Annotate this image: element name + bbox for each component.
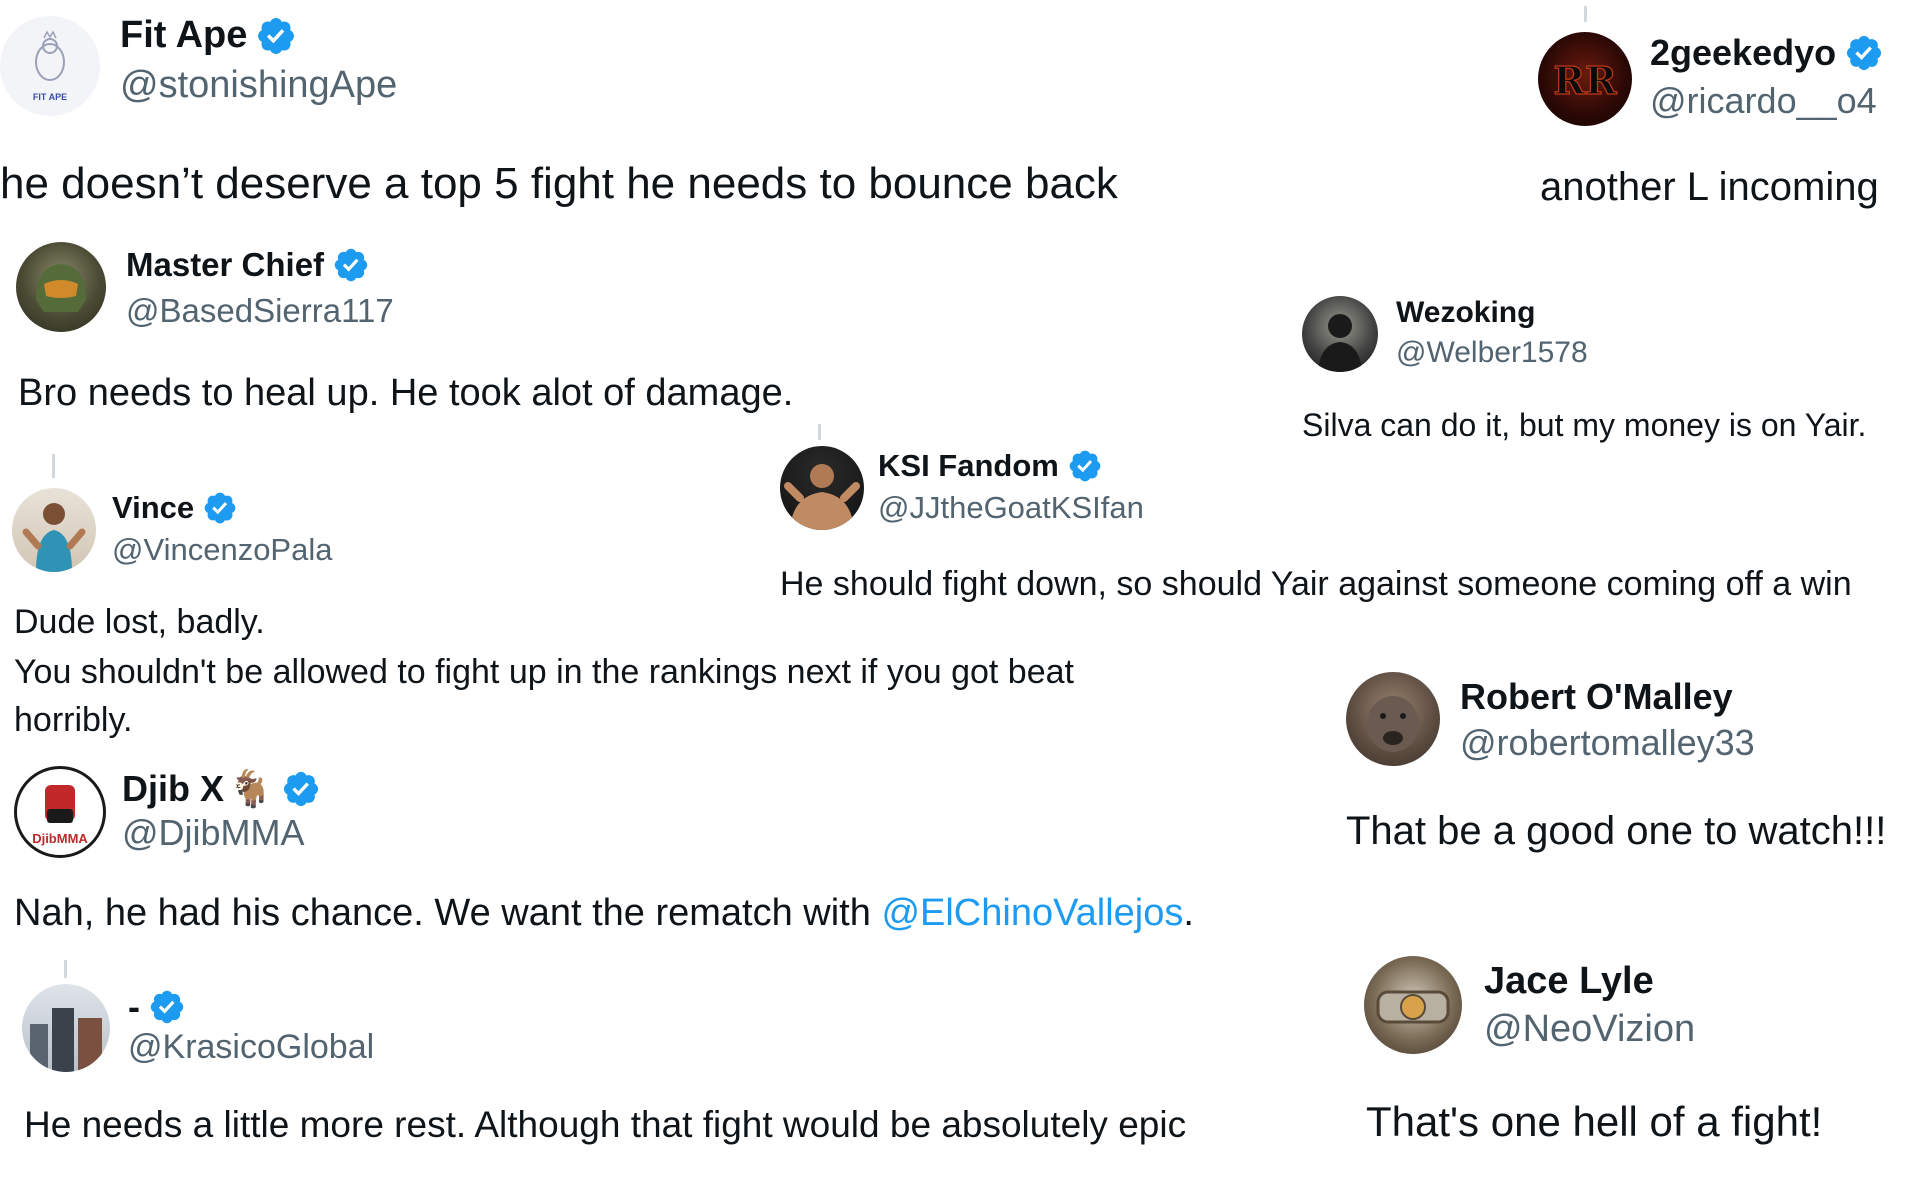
display-name[interactable]: KSI Fandom	[878, 448, 1103, 484]
handle[interactable]: @BasedSierra117	[126, 292, 394, 330]
tweet-text: He should fight down, so should Yair aga…	[780, 565, 1852, 603]
handle[interactable]: @stonishingApe	[120, 64, 397, 107]
avatar[interactable]	[1302, 296, 1378, 372]
display-name-text: Vince	[112, 490, 195, 525]
handle[interactable]: @DjibMMA	[122, 812, 305, 854]
thread-line	[64, 960, 67, 978]
display-name-text: Djib X	[122, 768, 225, 809]
belt-avatar-icon	[1376, 990, 1450, 1024]
fighter-avatar-icon	[784, 464, 860, 530]
verified-badge-icon	[255, 15, 297, 57]
avatar[interactable]	[780, 446, 864, 530]
display-name[interactable]: Jace Lyle	[1484, 960, 1654, 1003]
handle[interactable]: @robertomalley33	[1460, 722, 1755, 764]
display-name-text: Robert O'Malley	[1460, 676, 1733, 717]
handle[interactable]: @ricardo__o4	[1650, 80, 1877, 122]
handle[interactable]: @KrasicoGlobal	[128, 1028, 374, 1067]
handle[interactable]: @Welber1578	[1396, 336, 1588, 370]
display-name-text: KSI Fandom	[878, 448, 1059, 483]
person-avatar-icon	[22, 503, 86, 572]
thread-line	[818, 424, 821, 440]
display-name-text: -	[128, 986, 140, 1027]
helmet-avatar-icon	[36, 264, 86, 312]
avatar[interactable]: DjibMMA	[14, 766, 106, 858]
display-name[interactable]: Master Chief	[126, 246, 370, 284]
display-name[interactable]: Vince	[112, 490, 238, 526]
tweet-text-part: .	[1183, 892, 1194, 934]
tweet-text: That be a good one to watch!!!	[1346, 809, 1887, 853]
tweet-text: another L incoming	[1540, 165, 1879, 209]
verified-badge-icon	[1067, 448, 1103, 484]
rr-logo-icon: RR	[1553, 57, 1618, 103]
tweet-text-continued: You shouldn't be allowed to fight up in …	[14, 653, 1074, 739]
verified-badge-icon	[148, 988, 186, 1026]
goat-emoji-icon: 🐐	[228, 768, 273, 809]
display-name[interactable]: Wezoking	[1396, 296, 1535, 330]
avatar[interactable]	[1364, 956, 1462, 1054]
fist-logo-icon: DjibMMA	[32, 785, 88, 846]
verified-badge-icon	[332, 246, 370, 284]
tweet-text-part: Nah, he had his chance. We want the rema…	[14, 892, 882, 934]
display-name[interactable]: Robert O'Malley	[1460, 676, 1733, 718]
avatar[interactable]	[12, 488, 96, 572]
display-name[interactable]: 2geekedyo	[1650, 32, 1884, 74]
mention-link[interactable]: @ElChinoVallejos	[881, 892, 1183, 934]
display-name[interactable]: Djib X 🐐	[122, 768, 321, 810]
avatar[interactable]	[22, 984, 110, 1072]
display-name-text: Master Chief	[126, 246, 325, 283]
tweet-text: Nah, he had his chance. We want the rema…	[14, 888, 1194, 939]
display-name-text: Fit Ape	[120, 14, 248, 56]
avatar[interactable]: FIT APE	[0, 16, 100, 116]
tweet-text: That's one hell of a fight!	[1366, 1098, 1823, 1145]
tweet-text: he doesn’t deserve a top 5 fight he need…	[0, 159, 1118, 208]
tweet-text: He needs a little more rest. Although th…	[24, 1104, 1187, 1145]
display-name-text: Wezoking	[1396, 296, 1536, 329]
display-name-text: Jace Lyle	[1484, 960, 1654, 1002]
handle[interactable]: @VincenzoPala	[112, 532, 332, 568]
avatar-caption: DjibMMA	[32, 831, 88, 846]
avatar[interactable]	[16, 242, 106, 332]
thread-line	[1584, 6, 1587, 22]
portrait-avatar-icon	[1318, 314, 1362, 372]
display-name[interactable]: Fit Ape	[120, 14, 297, 57]
tweet-text: Dude lost, badly.	[14, 603, 265, 641]
city-avatar-icon	[30, 1008, 102, 1072]
verified-badge-icon	[281, 769, 321, 809]
verified-badge-icon	[202, 490, 238, 526]
thread-line	[52, 454, 55, 478]
avatar[interactable]: RR	[1538, 32, 1632, 126]
avatar-caption: RR	[1553, 58, 1617, 103]
handle[interactable]: @NeoVizion	[1484, 1008, 1695, 1051]
tweet-text: Silva can do it, but my money is on Yair…	[1302, 407, 1867, 443]
display-name[interactable]: -	[128, 986, 186, 1028]
handle[interactable]: @JJtheGoatKSIfan	[878, 490, 1144, 526]
dog-avatar-icon	[1367, 696, 1419, 752]
gorilla-logo-icon: FIT APE	[33, 30, 67, 102]
avatar[interactable]	[1346, 672, 1440, 766]
verified-badge-icon	[1844, 33, 1884, 73]
tweet-text: Bro needs to heal up. He took alot of da…	[18, 372, 794, 414]
avatar-caption: FIT APE	[33, 92, 67, 102]
display-name-text: 2geekedyo	[1650, 32, 1837, 73]
